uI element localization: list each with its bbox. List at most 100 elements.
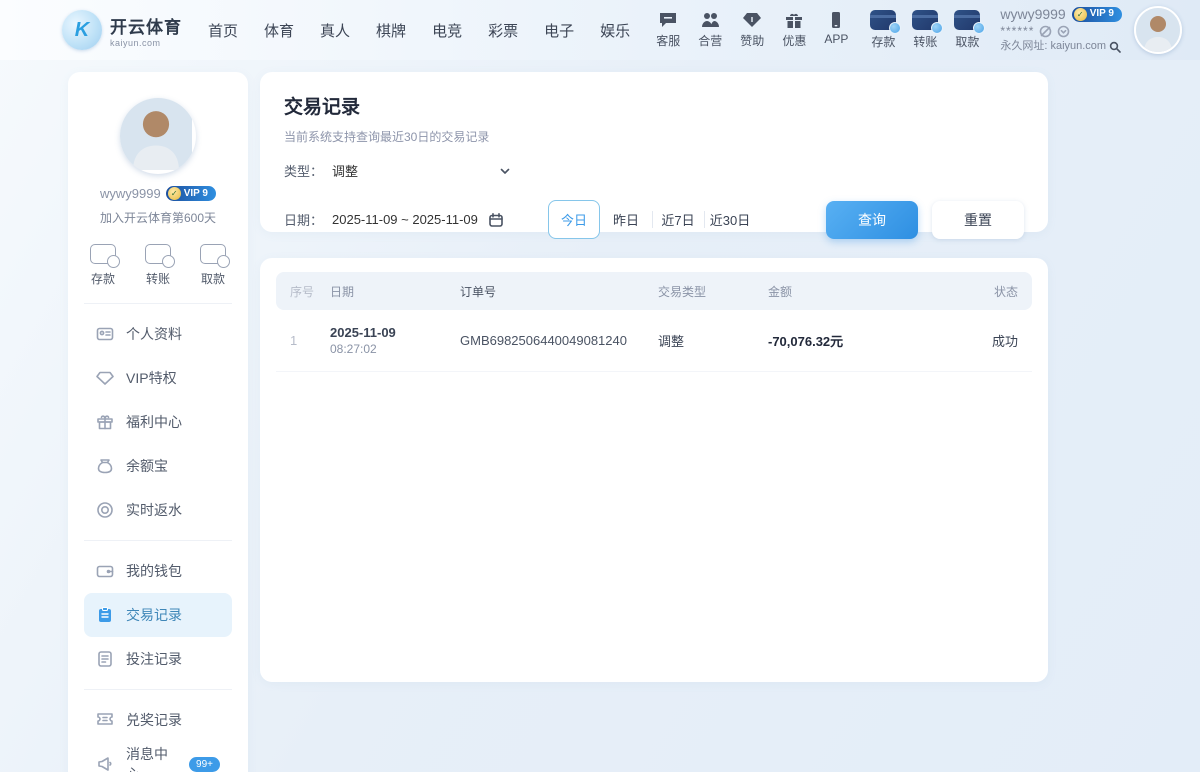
id-card-icon (96, 325, 114, 343)
filter-yesterday-button[interactable]: 昨日 (600, 201, 652, 238)
main-nav: 首页 体育 真人 棋牌 电竞 彩票 电子 娱乐 (208, 20, 630, 41)
date-range-input[interactable]: 2025-11-09 ~ 2025-11-09 (332, 212, 530, 228)
sidebar-menu-group-account: 个人资料 VIP特权 福利中心 余额宝 实时返水 (84, 304, 232, 541)
transaction-record-icon (96, 606, 114, 624)
sponsor-button[interactable]: 赞助 (740, 11, 764, 49)
transfer-outline-icon (145, 244, 171, 264)
date-range-value: 2025-11-09 ~ 2025-11-09 (332, 212, 478, 227)
row-status: 成功 (948, 331, 1018, 350)
sidebar-item-betting-records[interactable]: 投注记录 (84, 637, 232, 681)
brand-name: 开云体育 (110, 13, 182, 38)
sidebar-item-transactions[interactable]: 交易记录 (84, 593, 232, 637)
sidebar-item-profile[interactable]: 个人资料 (84, 312, 232, 356)
sidebar-item-messages[interactable]: 消息中心 99+ (84, 742, 232, 772)
wallet-icon (96, 562, 114, 580)
brand-domain: kaiyun.com (110, 38, 182, 48)
chevron-down-icon (498, 164, 512, 178)
sidebar-item-prize-records[interactable]: 兑奖记录 (84, 698, 232, 742)
row-index: 1 (290, 333, 330, 348)
user-avatar[interactable] (1134, 6, 1182, 54)
sidebar-item-rebate[interactable]: 实时返水 (84, 488, 232, 532)
sidebar-deposit-button[interactable]: 存款 (90, 244, 116, 287)
withdraw-button[interactable]: 取款 (954, 10, 980, 50)
sidebar-menu-group-wallet: 我的钱包 交易记录 投注记录 (84, 541, 232, 690)
transfer-card-icon (912, 10, 938, 30)
sidebar-transfer-button[interactable]: 转账 (145, 244, 171, 287)
vip-shield-icon: ✓ (1074, 8, 1087, 21)
partners-button[interactable]: 合营 (698, 11, 722, 49)
row-transaction-type: 调整 (658, 331, 768, 350)
filter-today-button[interactable]: 今日 (548, 200, 600, 239)
betting-record-icon (96, 650, 114, 668)
nav-casino[interactable]: 娱乐 (600, 20, 630, 41)
sidebar-vip-badge: ✓ VIP 9 (166, 186, 216, 201)
rebate-circle-icon (96, 501, 114, 519)
app-download-button[interactable]: APP (824, 11, 848, 49)
partners-icon (700, 11, 720, 29)
col-amount: 金额 (768, 283, 948, 300)
topbar-wallet-icons: 存款 转账 取款 (870, 10, 980, 50)
vip-shield-icon: ✓ (168, 187, 181, 200)
deposit-card-icon (870, 10, 896, 30)
row-date: 2025-11-09 08:27:02 (330, 325, 460, 356)
brand-logo-icon: K (62, 10, 102, 50)
vip-diamond-icon (96, 369, 114, 387)
col-status: 状态 (948, 283, 1018, 300)
date-filter-label: 日期： (284, 210, 332, 229)
col-order: 订单号 (460, 283, 658, 300)
sidebar-quick-actions: 存款 转账 取款 (84, 226, 232, 304)
filter-7days-button[interactable]: 近7日 (652, 201, 704, 238)
eye-off-icon[interactable] (1039, 25, 1052, 38)
nav-lottery[interactable]: 彩票 (488, 20, 518, 41)
filter-30days-button[interactable]: 近30日 (704, 201, 756, 238)
nav-cards[interactable]: 棋牌 (376, 20, 406, 41)
topbar-user-info: wywy9999 ✓ VIP 9 ****** 永久网址: kaiyun.com (1000, 6, 1122, 54)
vip-badge: ✓ VIP 9 (1072, 7, 1122, 22)
transfer-button[interactable]: 转账 (912, 10, 938, 50)
type-select[interactable]: 调整 (332, 161, 512, 180)
row-amount: -70,076.32元 (768, 331, 948, 350)
search-icon[interactable] (1109, 41, 1121, 53)
balance-mask: ****** (1000, 24, 1034, 39)
withdraw-outline-icon (200, 244, 226, 264)
reset-button[interactable]: 重置 (932, 201, 1024, 239)
sidebar-item-yuebao[interactable]: 余额宝 (84, 444, 232, 488)
phone-icon (826, 11, 846, 29)
type-filter-label: 类型： (284, 161, 332, 180)
calendar-icon (488, 212, 504, 228)
sidebar-username: wywy9999 (100, 186, 161, 201)
deposit-button[interactable]: 存款 (870, 10, 896, 50)
join-days-text: 加入开云体育第600天 (84, 209, 232, 226)
sidebar-withdraw-button[interactable]: 取款 (200, 244, 226, 287)
brand-logo[interactable]: K 开云体育 kaiyun.com (62, 10, 182, 50)
diamond-icon (742, 11, 762, 29)
sidebar-user-avatar[interactable] (120, 98, 196, 174)
col-date: 日期 (330, 283, 460, 300)
filter-card: 交易记录 当前系统支持查询最近30日的交易记录 类型： 调整 日期： 2025-… (260, 72, 1048, 232)
sidebar-item-vip[interactable]: VIP特权 (84, 356, 232, 400)
promo-button[interactable]: 优惠 (782, 11, 806, 49)
withdraw-card-icon (954, 10, 980, 30)
records-table-card: 序号 日期 订单号 交易类型 金额 状态 1 2025-11-09 08:27:… (260, 258, 1048, 682)
col-index: 序号 (290, 283, 330, 300)
gift-icon (784, 11, 804, 29)
customer-service-button[interactable]: 客服 (656, 11, 680, 49)
page-title: 交易记录 (284, 92, 1024, 119)
nav-esports[interactable]: 电竞 (432, 20, 462, 41)
nav-home[interactable]: 首页 (208, 20, 238, 41)
sidebar-item-benefits[interactable]: 福利中心 (84, 400, 232, 444)
nav-sports[interactable]: 体育 (264, 20, 294, 41)
megaphone-icon (96, 755, 114, 772)
nav-live[interactable]: 真人 (320, 20, 350, 41)
row-order-number: GMB6982506440049081240 (460, 333, 658, 348)
nav-slots[interactable]: 电子 (544, 20, 574, 41)
topbar-quick-icons: 客服 合营 赞助 优惠 APP (656, 11, 848, 49)
ticket-icon (96, 711, 114, 729)
topbar-username: wywy9999 (1000, 6, 1065, 24)
table-row: 1 2025-11-09 08:27:02 GMB698250644004908… (276, 310, 1032, 372)
date-quick-filters: 今日 昨日 近7日 近30日 (548, 200, 756, 239)
page-subtitle: 当前系统支持查询最近30日的交易记录 (284, 128, 1024, 145)
sidebar-item-wallet[interactable]: 我的钱包 (84, 549, 232, 593)
query-button[interactable]: 查询 (826, 201, 918, 239)
refresh-chevron-icon[interactable] (1057, 25, 1070, 38)
